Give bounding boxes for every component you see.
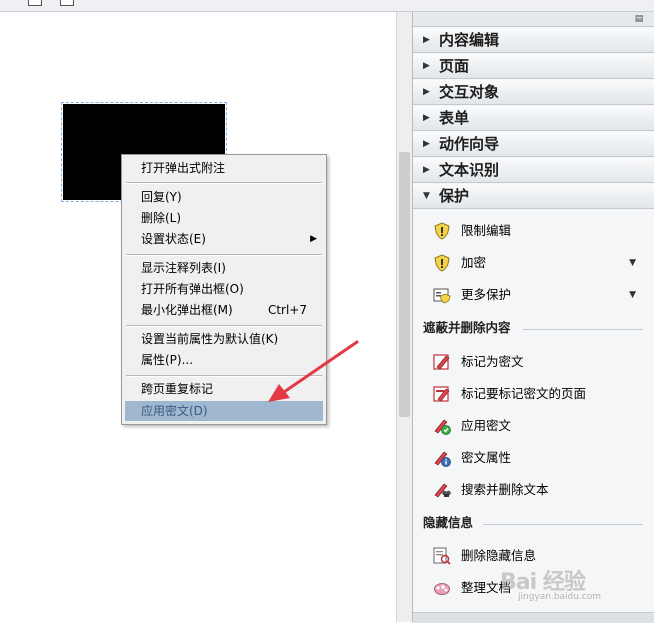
collapse-arrow-icon: ▼ xyxy=(423,191,430,201)
watermark-url: jingyan.baidu.com xyxy=(518,592,602,602)
expand-arrow-icon: ▶ xyxy=(423,35,430,45)
section-text-recognition[interactable]: ▶ 文本识别 xyxy=(413,158,654,183)
tool-redaction-properties[interactable]: 密文属性 xyxy=(413,446,654,470)
redact-properties-icon xyxy=(434,451,451,467)
certificate-icon xyxy=(433,288,451,304)
tool-mark-for-redaction[interactable]: 标记为密文 xyxy=(413,350,654,374)
section-protection[interactable]: ▼ 保护 xyxy=(413,184,654,209)
panel-options-icon[interactable]: ▤ xyxy=(632,14,646,24)
tools-panel: ▤ ▶ 内容编辑 ▶ 页面 ▶ 交互对象 ▶ 表单 ▶ 动作向导 ▶ 文本识别 … xyxy=(412,12,654,623)
tool-apply-redactions[interactable]: 应用密文 xyxy=(413,414,654,438)
tool-encrypt[interactable]: 加密 ▼ xyxy=(413,251,654,275)
dropdown-arrow-icon[interactable]: ▼ xyxy=(629,283,636,307)
shield-icon xyxy=(434,222,450,240)
section-action-wizard[interactable]: ▶ 动作向导 xyxy=(413,132,654,157)
sanitize-icon xyxy=(434,583,450,595)
watermark: Bai 经验 jingyan.baidu.com xyxy=(490,548,650,608)
redact-apply-icon xyxy=(434,419,451,435)
expand-arrow-icon: ▶ xyxy=(423,139,430,149)
redact-search-icon xyxy=(434,483,451,498)
section-forms[interactable]: ▶ 表单 xyxy=(413,106,654,131)
section-content-editing[interactable]: ▶ 内容编辑 xyxy=(413,28,654,53)
hidden-info-heading: 隐藏信息 xyxy=(423,515,474,530)
tool-restrict-editing[interactable]: 限制编辑 xyxy=(413,219,654,243)
dropdown-arrow-icon[interactable]: ▼ xyxy=(629,251,636,275)
tool-search-and-remove-text[interactable]: 搜索并删除文本 xyxy=(413,478,654,502)
expand-arrow-icon: ▶ xyxy=(423,113,430,123)
expand-arrow-icon: ▶ xyxy=(423,61,430,71)
redact-pages-icon xyxy=(433,386,450,402)
tool-more-protection[interactable]: 更多保护 ▼ xyxy=(413,283,654,307)
heading-divider xyxy=(483,524,643,525)
section-pages[interactable]: ▶ 页面 xyxy=(413,54,654,79)
redact-mark-icon xyxy=(433,354,450,370)
remove-hidden-icon xyxy=(433,547,451,565)
redact-heading: 遮蔽并删除内容 xyxy=(423,320,511,335)
panel-header: ▤ xyxy=(413,12,654,27)
heading-divider xyxy=(523,329,643,330)
shield-icon xyxy=(434,254,450,272)
expand-arrow-icon: ▶ xyxy=(423,87,430,97)
section-interactive-objects[interactable]: ▶ 交互对象 xyxy=(413,80,654,105)
panel-footer xyxy=(413,612,654,623)
expand-arrow-icon: ▶ xyxy=(423,165,430,175)
tool-mark-pages-for-redaction[interactable]: 标记要标记密文的页面 xyxy=(413,382,654,406)
